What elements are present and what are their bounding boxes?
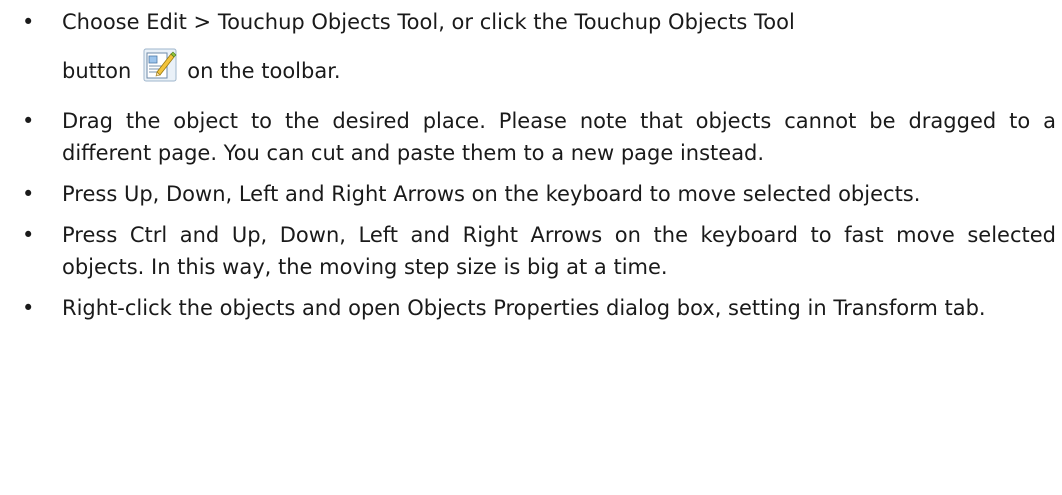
list-item: • Press Up, Down, Left and Right Arrows … [0, 178, 1062, 210]
bullet-list: • Choose Edit > Touchup Objects Tool, or… [0, 6, 1062, 333]
list-item-text: Right-click the objects and open Objects… [62, 296, 986, 320]
bullet-marker: • [22, 10, 35, 34]
list-item: • Drag the object to the desired place. … [0, 105, 1062, 169]
list-item-text: button [62, 59, 132, 83]
bullet-marker: • [22, 296, 35, 320]
list-item-text: Drag the object to the desired place. Pl… [62, 109, 1056, 165]
list-item-text: on the toolbar. [187, 59, 341, 83]
touchup-objects-tool-icon [143, 48, 177, 82]
document-page: • Choose Edit > Touchup Objects Tool, or… [0, 0, 1062, 495]
list-item: • Right-click the objects and open Objec… [0, 292, 1062, 324]
list-item-text: Press Up, Down, Left and Right Arrows on… [62, 182, 921, 206]
bullet-marker: • [22, 182, 35, 206]
bullet-marker: • [22, 109, 35, 133]
bullet-marker: • [22, 223, 35, 247]
list-item-text: Press Ctrl and Up, Down, Left and Right … [62, 223, 1056, 279]
list-item: • Choose Edit > Touchup Objects Tool, or… [0, 6, 1062, 93]
list-item: • Press Ctrl and Up, Down, Left and Righ… [0, 219, 1062, 283]
list-item-text: Choose Edit > Touchup Objects Tool, or c… [62, 10, 795, 34]
list-item-line: button on the toolbar. [62, 48, 1056, 93]
